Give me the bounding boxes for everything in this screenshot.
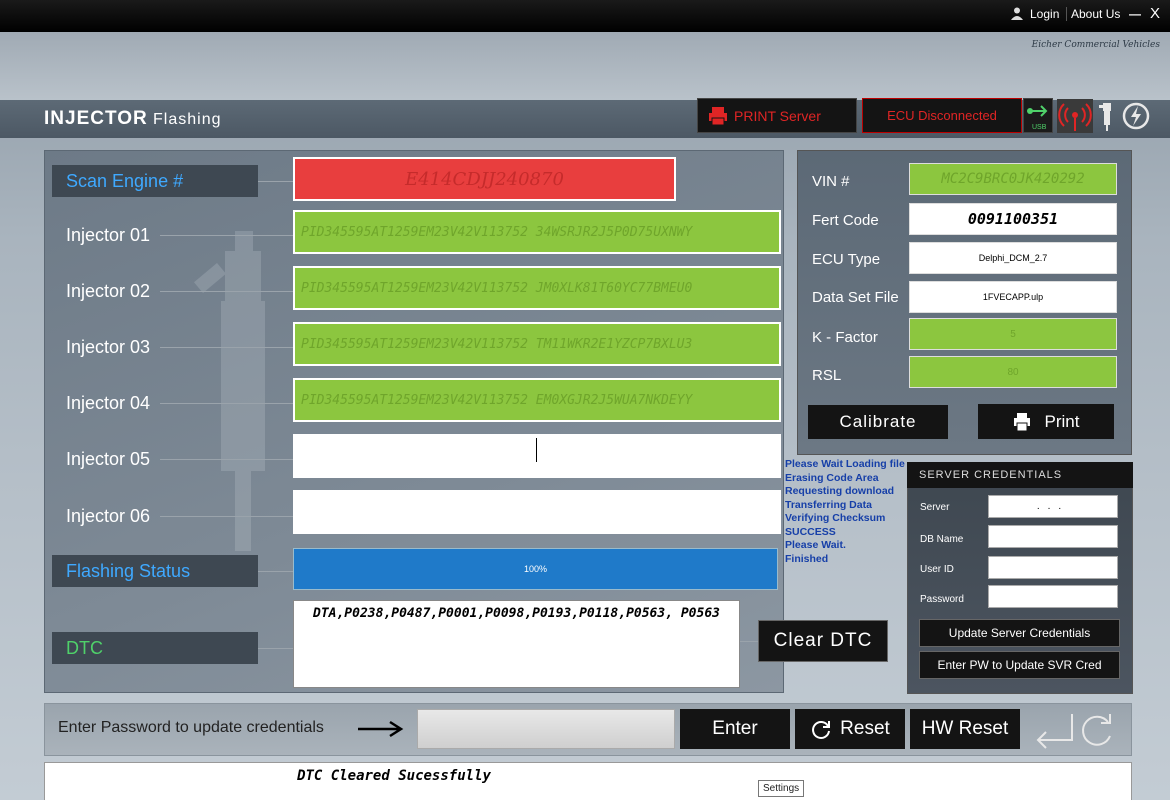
flash-log: Please Wait Loading file Erasing Code Ar… [785,458,915,566]
leader-line [160,291,293,292]
usb-icon: USB [1023,98,1053,133]
log-line: Please Wait. [785,539,846,551]
rsl-label: RSL [812,367,842,384]
flashing-status-label: Flashing Status [52,555,258,587]
injector-04-label: Injector 04 [66,392,151,413]
password-label: Password [920,594,964,605]
scan-engine-label: Scan Engine # [52,165,258,197]
injector-02-label: Injector 02 [66,280,151,301]
signal-icon [1057,99,1093,133]
injector-01-label: Injector 01 [66,224,151,245]
arrow-right-icon [358,720,404,738]
calibrate-button[interactable]: Calibrate [808,405,948,439]
log-line: Please Wait Loading file [785,458,905,470]
injector-04-input[interactable]: PID345595AT1259EM23V42V113752 EM0XGJR2J5… [293,378,781,422]
user-id-input[interactable] [988,556,1118,579]
dtc-label: DTC [52,632,258,664]
title-rest: Flashing [153,111,222,128]
leader-line [160,235,293,236]
user-id-label: User ID [920,564,954,575]
print-button[interactable]: Print [978,404,1114,439]
fert-code-label: Fert Code [812,212,879,229]
injector-05-label: Injector 05 [66,448,151,469]
login-link[interactable]: Login [1030,7,1059,21]
log-line: Verifying Checksum [785,512,886,524]
clear-dtc-button[interactable]: Clear DTC [758,620,888,662]
update-server-credentials-button[interactable]: Update Server Credentials [919,619,1120,647]
usb-label: USB [1032,124,1047,131]
flashing-progress-bar: 100% [293,548,778,590]
printer-icon [1013,412,1030,431]
injector-06-input[interactable] [293,490,781,534]
injector-06-label: Injector 06 [66,505,151,526]
injector-icon [1099,103,1111,131]
ecu-status-badge: ECU Disconnected [862,98,1022,133]
enter-button[interactable]: Enter [680,709,790,749]
k-factor-input[interactable]: 5 [909,318,1117,350]
leader-line [740,641,758,642]
status-message: DTC Cleared Sucessfully [297,768,491,784]
power-icon [1122,102,1150,130]
vin-input[interactable]: MC2C9BRC0JK420292 [909,163,1117,195]
server-input[interactable]: ... [988,495,1118,518]
log-line: Transferring Data [785,498,872,511]
server-credentials-title: SERVER CREDENTIALS [907,462,1133,488]
user-icon[interactable] [1011,7,1023,23]
log-line: Finished [785,552,829,565]
log-line: SUCCESS [785,525,836,538]
injector-02-input[interactable]: PID345595AT1259EM23V42V113752 JM0XLK81T6… [293,266,781,310]
title-bar: Login About Us — X [0,0,1170,32]
return-refresh-icon [1036,714,1111,749]
title-bold: INJECTOR [44,108,148,129]
status-icons [1057,98,1157,134]
ecu-type-label: ECU Type [812,251,881,268]
print-server-button[interactable]: PRINT Server [697,98,857,133]
data-set-input[interactable]: 1FVECAPP.ulp [909,281,1117,313]
leader-line [160,459,293,460]
vin-label: VIN # [812,173,850,190]
leader-line [258,571,293,572]
ecu-type-input[interactable]: Delphi_DCM_2.7 [909,242,1117,274]
injector-03-input[interactable]: PID345595AT1259EM23V42V113752 TM11WKR2E1… [293,322,781,366]
close-button[interactable]: X [1150,5,1160,22]
data-set-label: Data Set File [812,289,899,306]
refresh-icon [812,721,831,739]
log-line: Requesting download [785,485,895,497]
leader-line [160,347,293,348]
k-factor-label: K - Factor [812,329,878,346]
brand-logo: Eicher Commercial Vehicles [1031,40,1160,50]
header-banner [0,32,1170,100]
server-label: Server [920,502,950,513]
db-name-input[interactable] [988,525,1118,548]
log-line: Erasing Code Area [785,471,879,484]
fert-code-input[interactable]: 0091100351 [909,203,1117,235]
reset-label: Reset [840,718,890,739]
injector-05-input[interactable] [293,434,781,478]
about-us-link[interactable]: About Us [1066,7,1120,21]
print-server-label: PRINT Server [734,107,821,124]
minimize-button[interactable]: — [1129,7,1141,21]
password-input[interactable] [988,585,1118,608]
page-title: INJECTOR Flashing [44,108,222,130]
leader-line [160,403,293,404]
leader-line [258,181,293,182]
injector-03-label: Injector 03 [66,336,151,357]
settings-tooltip: Settings [758,780,805,797]
credential-password-input[interactable] [417,709,675,749]
injector-01-input[interactable]: PID345595AT1259EM23V42V113752 34WSRJR2J5… [293,210,781,254]
print-label: Print [1044,411,1080,431]
enter-pw-update-button[interactable]: Enter PW to Update SVR Cred [919,651,1120,679]
scan-engine-input[interactable]: E414CDJJ240870 [293,157,676,201]
password-prompt: Enter Password to update credentials [58,719,324,736]
rsl-input[interactable]: 80 [909,356,1117,388]
leader-line [160,516,293,517]
db-name-label: DB Name [920,534,964,545]
leader-line [258,648,293,649]
hw-reset-button[interactable]: HW Reset [910,709,1020,749]
reset-button[interactable]: Reset [795,709,905,749]
dtc-textbox[interactable]: DTA,P0238,P0487,P0001,P0098,P0193,P0118,… [293,600,740,688]
printer-icon [709,106,727,125]
text-cursor [536,438,537,462]
